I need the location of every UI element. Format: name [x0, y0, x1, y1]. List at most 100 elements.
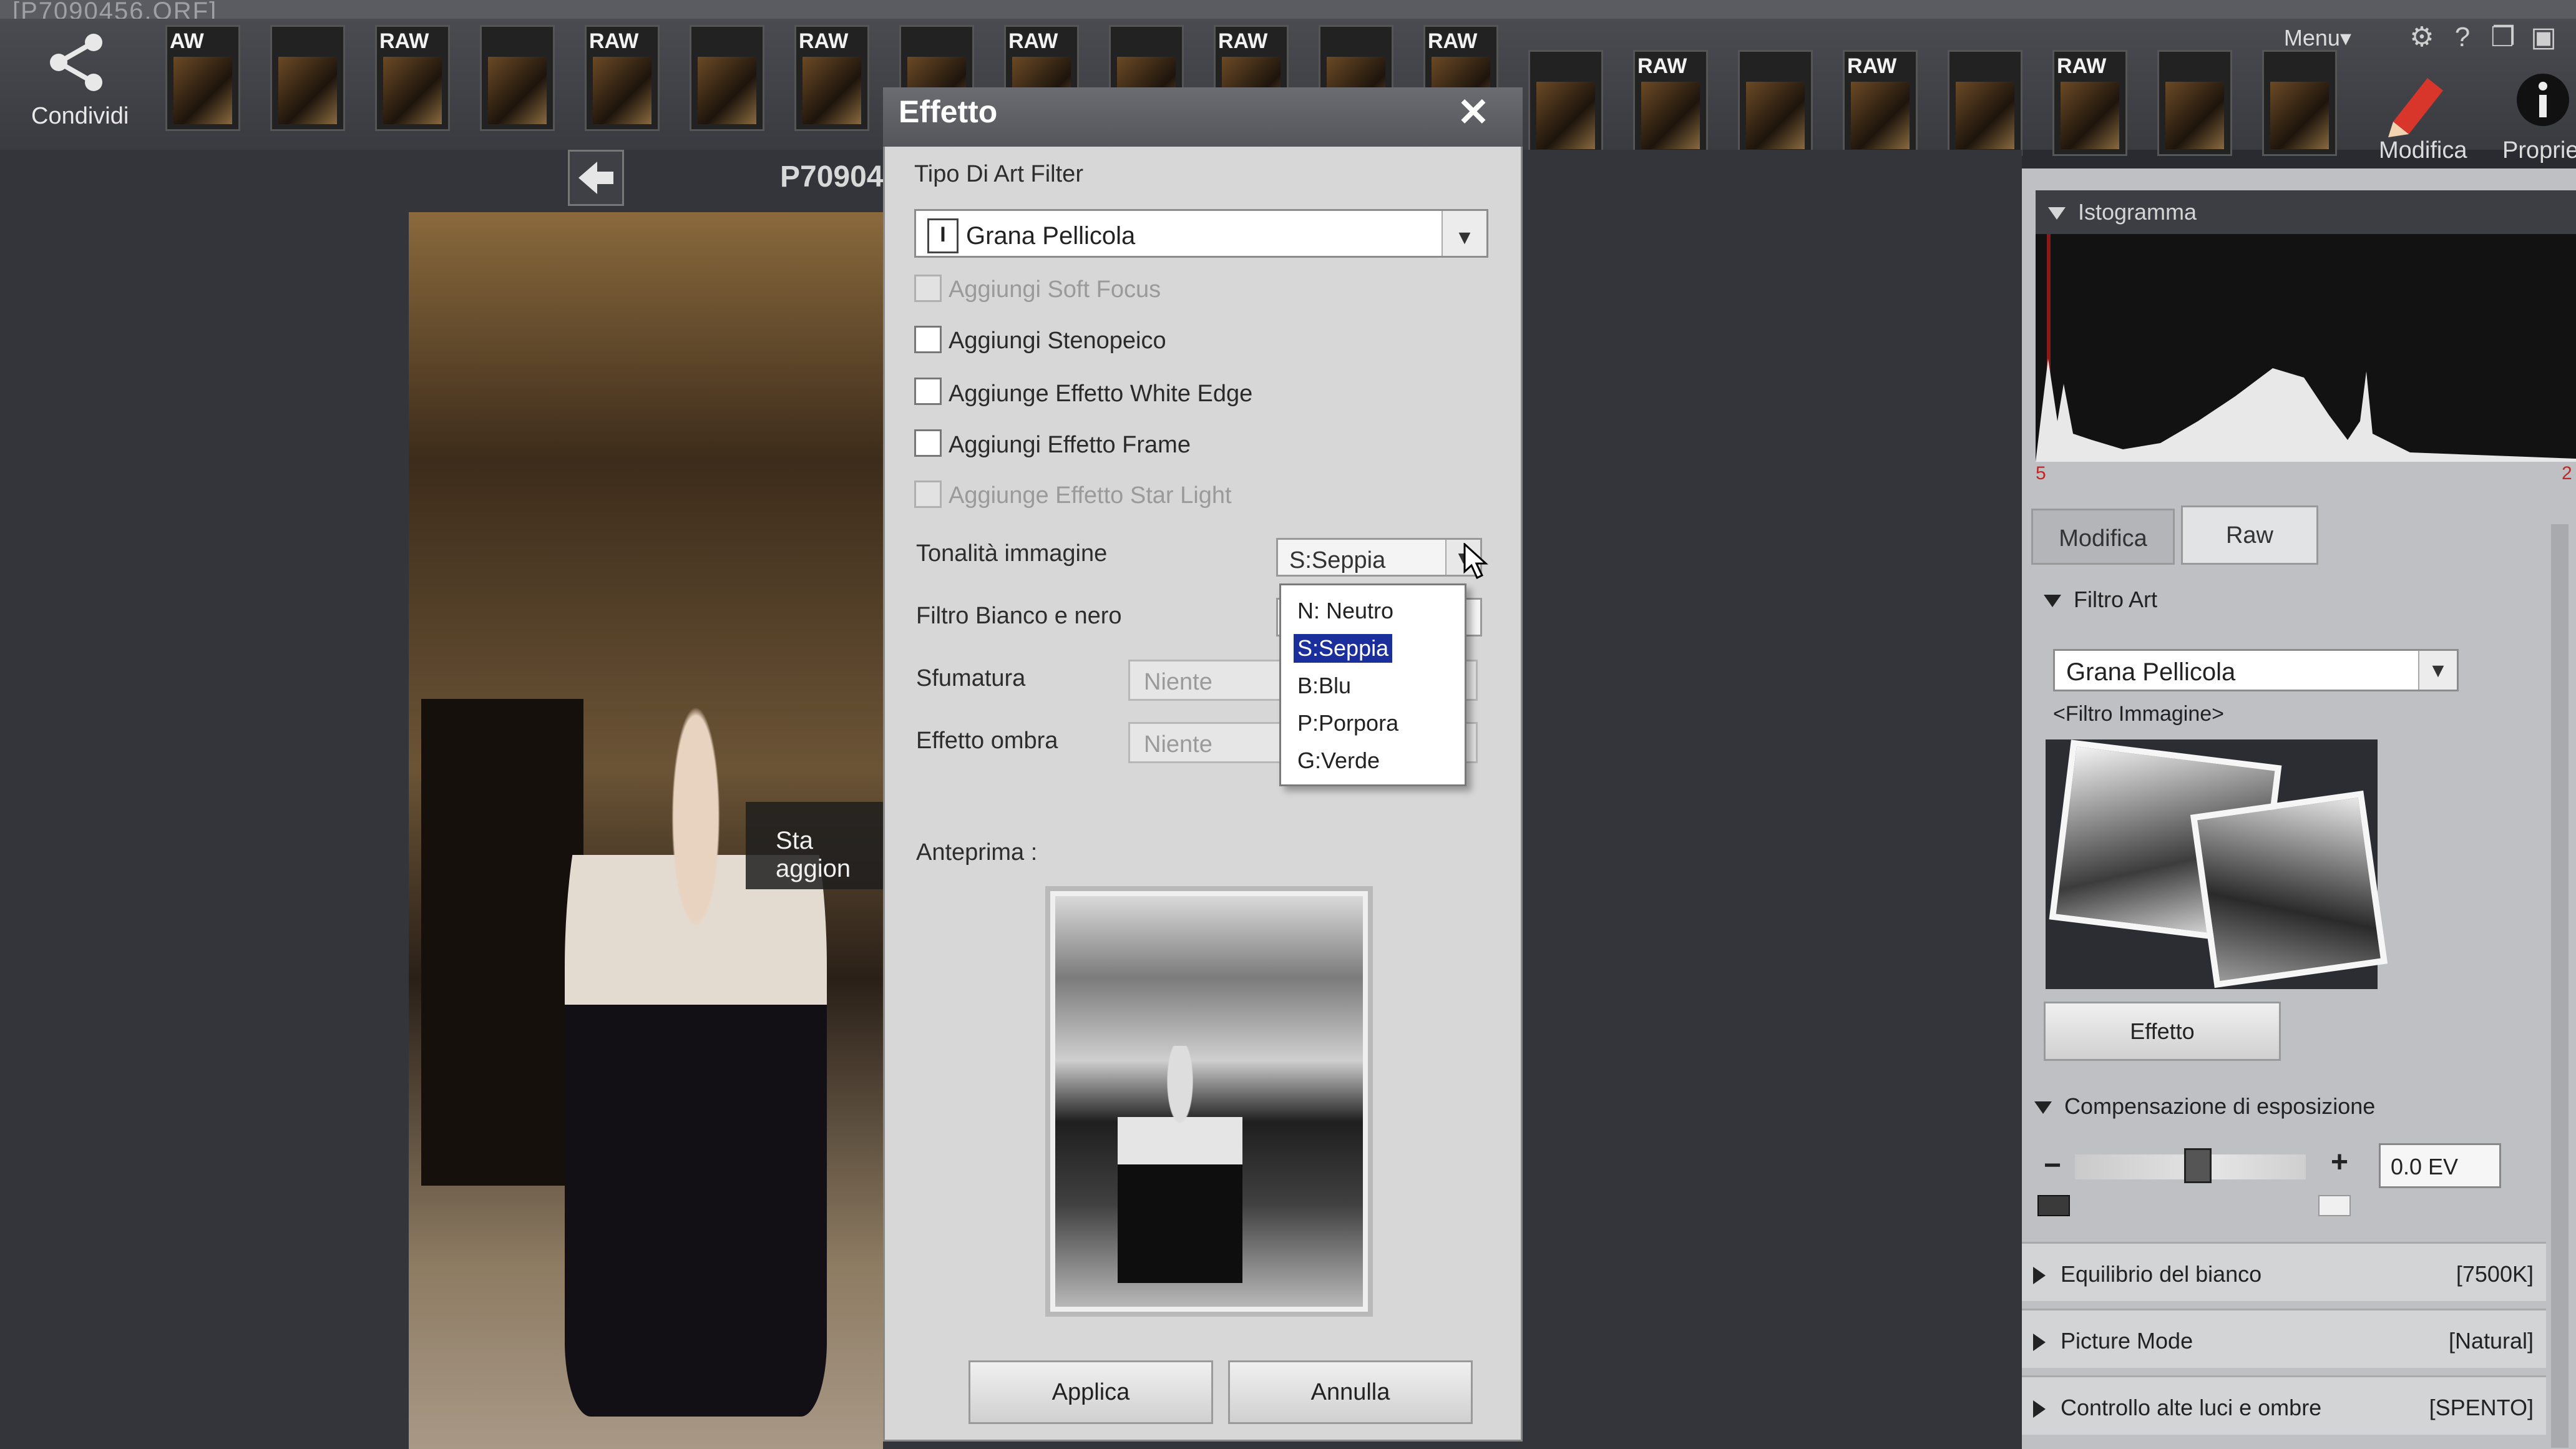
raw-badge: RAW: [379, 29, 429, 53]
filmstrip-thumbnail[interactable]: [1948, 50, 2022, 156]
shading-label: Sfumatura: [916, 665, 1026, 691]
histogram-title: Istogramma: [2078, 199, 2197, 225]
filmstrip-thumbnail[interactable]: RAW: [375, 25, 450, 131]
thumbnail-image: [2270, 82, 2329, 149]
arrow-left-icon: [578, 162, 613, 194]
soft-focus-checkbox[interactable]: [914, 275, 942, 302]
soft-focus-label: Aggiungi Soft Focus: [949, 276, 1161, 303]
frame-label: Aggiungi Effetto Frame: [949, 432, 1191, 458]
histogram-header[interactable]: Istogramma: [2036, 190, 2576, 234]
tonality-select[interactable]: S:Seppia ▼: [1276, 538, 1482, 577]
effect-preview: [1045, 886, 1373, 1317]
raw-badge: RAW: [1637, 54, 1687, 78]
collapse-triangle-icon: [2034, 1101, 2052, 1115]
share-button[interactable]: Condividi: [19, 31, 144, 137]
chevron-down-icon[interactable]: ▼: [1442, 211, 1486, 256]
thumbnail-image: [1641, 82, 1700, 149]
photo-subject: [565, 668, 827, 1417]
filmstrip-thumbnail[interactable]: AW: [165, 25, 240, 131]
back-button[interactable]: [568, 150, 624, 206]
tonality-option-porpora[interactable]: P:Porpora: [1294, 709, 1402, 738]
white-balance-label: Equilibrio del bianco: [2061, 1261, 2262, 1287]
star-light-label: Aggiunge Effetto Star Light: [949, 482, 1232, 509]
window-restore-icon[interactable]: ❐: [2487, 21, 2519, 54]
picture-mode-value: [Natural]: [2448, 1328, 2534, 1354]
exposure-minus-button[interactable]: −: [2044, 1148, 2061, 1183]
filmstrip-thumbnail[interactable]: RAW: [1633, 50, 1708, 156]
filmstrip-thumbnail[interactable]: RAW: [1843, 50, 1918, 156]
window-tile-icon[interactable]: ▣: [2527, 21, 2560, 54]
properties-toolbar-button[interactable]: Propriet: [2496, 69, 2576, 175]
edit-toolbar-button[interactable]: Modifica: [2365, 69, 2467, 175]
filmstrip-thumbnail[interactable]: [1738, 50, 1813, 156]
help-icon[interactable]: ?: [2446, 21, 2479, 54]
close-icon[interactable]: ✕: [1457, 94, 1490, 132]
filmstrip-thumbnail[interactable]: [480, 25, 555, 131]
tonality-option-seppia[interactable]: S:Seppia: [1292, 633, 1394, 664]
filmstrip-thumbnail[interactable]: RAW: [794, 25, 869, 131]
histogram-graph: [2036, 359, 2576, 462]
raw-badge: RAW: [1428, 29, 1478, 53]
star-light-checkbox[interactable]: [914, 481, 942, 508]
filmstrip-thumbnail[interactable]: RAW: [2052, 50, 2127, 156]
picture-mode-row[interactable]: Picture Mode [Natural]: [2022, 1309, 2546, 1368]
pinhole-checkbox[interactable]: [914, 326, 942, 353]
chevron-down-icon[interactable]: ▼: [2418, 651, 2457, 690]
highlight-shadow-row[interactable]: Controllo alte luci e ombre [SPENTO]: [2022, 1375, 2546, 1435]
tonality-option-blu[interactable]: B:Blu: [1294, 671, 1355, 700]
filmstrip-thumbnail[interactable]: [2262, 50, 2337, 156]
thumbnail-image: [803, 57, 861, 124]
highlight-clip-icon[interactable]: [2318, 1195, 2351, 1216]
thumbnail-image: [698, 57, 756, 124]
frame-checkbox[interactable]: [914, 429, 942, 457]
white-edge-checkbox[interactable]: [914, 378, 942, 405]
raw-badge: RAW: [799, 29, 849, 53]
exposure-plus-button[interactable]: +: [2331, 1145, 2348, 1179]
filmstrip-thumbnail[interactable]: [1528, 50, 1603, 156]
tonality-option-neutro[interactable]: N: Neutro: [1294, 597, 1397, 625]
tonality-select-value: S:Seppia: [1289, 547, 1386, 573]
tab-raw[interactable]: Raw: [2181, 505, 2318, 565]
histogram: [2036, 234, 2576, 462]
raw-badge: AW: [170, 29, 204, 53]
collapse-triangle-icon: [2048, 207, 2066, 220]
collapse-triangle-icon: [2044, 595, 2061, 608]
filmstrip-thumbnail[interactable]: [2157, 50, 2232, 156]
shadow-select-value: Niente: [1144, 731, 1212, 758]
tab-modifica[interactable]: Modifica: [2031, 509, 2175, 565]
art-filter-select[interactable]: I Grana Pellicola ▼: [914, 209, 1488, 258]
shadow-clip-icon[interactable]: [2037, 1195, 2070, 1216]
art-filter-type-label: Tipo Di Art Filter: [914, 161, 1083, 187]
panel-art-filter-select[interactable]: Grana Pellicola ▼: [2053, 649, 2459, 691]
thumbnail-image: [1956, 82, 2014, 149]
gear-icon[interactable]: ⚙: [2406, 21, 2438, 54]
menu-button[interactable]: Menu▾: [2284, 25, 2351, 51]
properties-toolbar-label: Propriet: [2502, 137, 2576, 163]
edit-toolbar-label: Modifica: [2379, 137, 2467, 163]
cancel-button[interactable]: Annulla: [1228, 1360, 1473, 1424]
tonality-option-verde[interactable]: G:Verde: [1294, 746, 1383, 775]
filmstrip-thumbnail[interactable]: [690, 25, 764, 131]
white-balance-row[interactable]: Equilibrio del bianco [7500K]: [2022, 1242, 2546, 1301]
image-filename: P70904: [780, 160, 884, 193]
exposure-section-title: Compensazione di esposizione: [2064, 1093, 2376, 1119]
expand-triangle-icon: [2033, 1267, 2046, 1285]
panel-scrollbar[interactable]: [2551, 524, 2569, 1448]
apply-button[interactable]: Applica: [968, 1360, 1213, 1424]
filmstrip-thumbnail[interactable]: RAW: [585, 25, 660, 131]
art-filter-section-header[interactable]: Filtro Art: [2044, 587, 2157, 613]
exposure-value: 0.0 EV: [2391, 1154, 2459, 1179]
raw-badge: RAW: [1008, 29, 1058, 53]
exposure-section-header[interactable]: Compensazione di esposizione: [2034, 1093, 2375, 1120]
image-filter-caption: <Filtro Immagine>: [2053, 702, 2224, 726]
photo-door: [421, 699, 583, 1186]
filter-sample-photo: [2190, 790, 2388, 988]
loading-toast: Sta aggion: [746, 802, 883, 889]
exposure-value-field[interactable]: 0.0 EV: [2379, 1143, 2501, 1188]
raw-badge: RAW: [2057, 54, 2107, 78]
filmstrip-thumbnail[interactable]: [270, 25, 345, 131]
preview-subject: [1118, 1046, 1242, 1283]
effect-button[interactable]: Effetto: [2044, 1002, 2281, 1061]
exposure-slider-handle[interactable]: [2184, 1148, 2212, 1183]
raw-badge: RAW: [1847, 54, 1897, 78]
